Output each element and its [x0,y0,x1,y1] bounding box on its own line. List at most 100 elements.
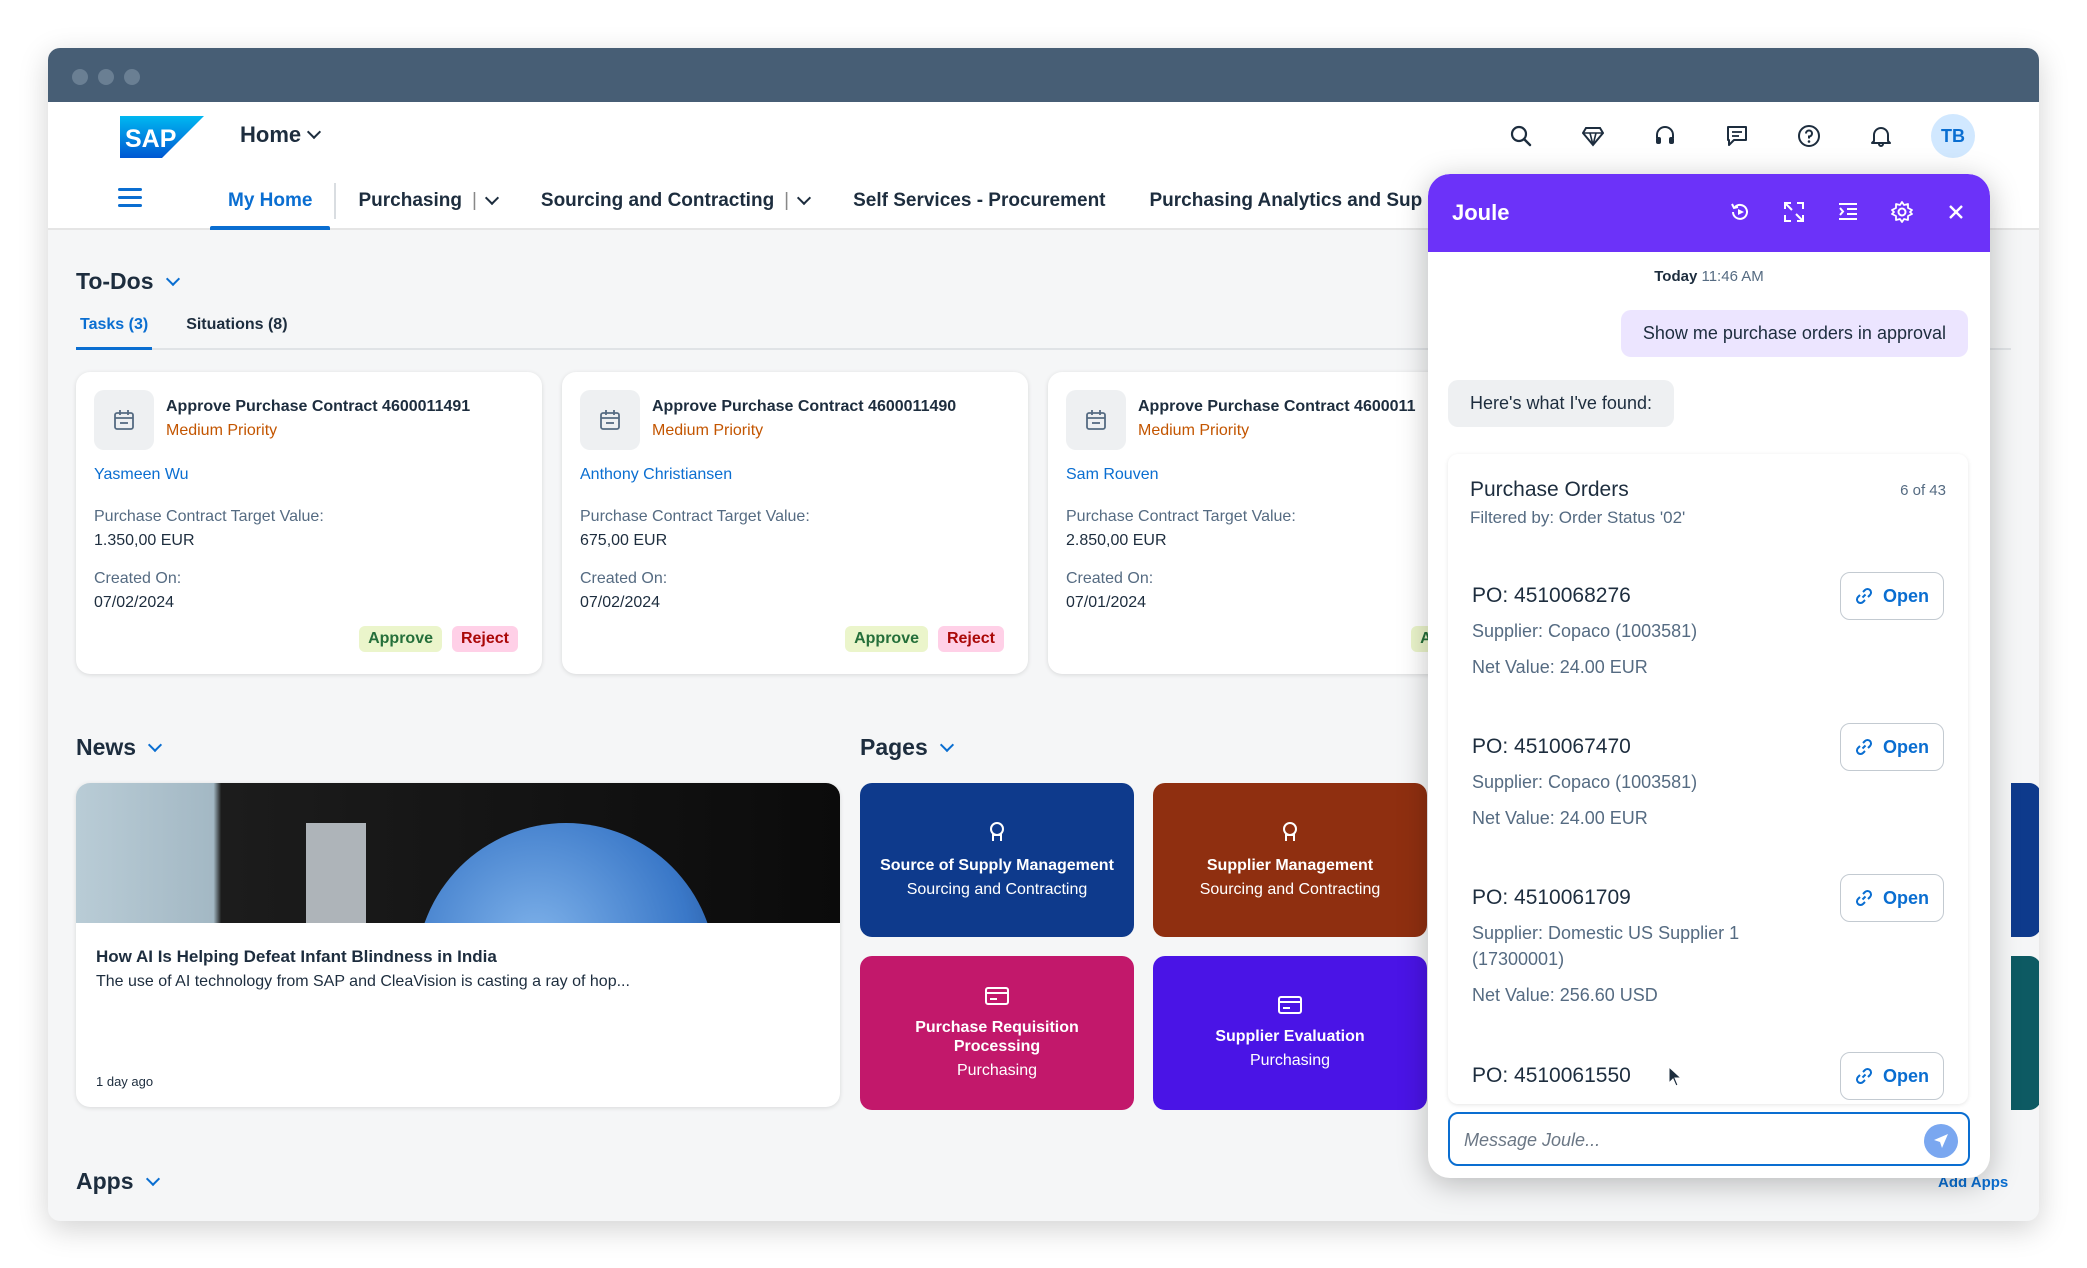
task-person-link[interactable]: Yasmeen Wu [94,466,189,484]
timestamp-time: 11:46 AM [1701,268,1764,285]
page-tile-subtitle: Purchasing [1249,1052,1331,1069]
chat-icon[interactable] [1715,114,1759,158]
task-value: 1.350,00 EUR [94,532,195,549]
diamond-icon[interactable] [1571,114,1615,158]
close-icon[interactable] [1940,196,1972,228]
page-tile-subtitle: Purchasing [956,1061,1038,1079]
nav-tab-label: My Home [228,190,313,211]
news-age: 1 day ago [96,1074,154,1089]
calendar-icon [94,390,154,450]
nav-tab-my-home[interactable]: My Home [206,172,334,230]
todos-section-title[interactable]: To-Dos [76,268,180,295]
task-created-label: Created On: [1066,570,1154,587]
nav-tab-self-services[interactable]: Self Services - Procurement [831,172,1127,230]
tab-tasks[interactable]: Tasks (3) [76,310,153,350]
window-maximize-dot[interactable] [124,69,140,85]
news-card[interactable]: How AI Is Helping Defeat Infant Blindnes… [76,783,840,1107]
home-menu[interactable]: Home [240,122,322,148]
nav-tab-purchasing[interactable]: Purchasing | [336,172,518,230]
window-minimize-dot[interactable] [98,69,114,85]
page-tile-title: Source of Supply Management [880,857,1114,874]
user-avatar[interactable]: TB [1931,114,1975,158]
chevron-down-icon [148,737,163,752]
send-button[interactable] [1924,1124,1958,1158]
page-tile-title: Supplier Evaluation [1215,1028,1365,1045]
page-tile-partial[interactable] [2011,956,2039,1110]
nav-tab-sourcing[interactable]: Sourcing and Contracting | [519,172,831,230]
card-icon [1278,996,1302,1019]
pages-section-title[interactable]: Pages [860,734,954,761]
expand-icon[interactable] [1778,196,1810,228]
nav-tab-label: Purchasing Analytics and Sup [1149,190,1423,211]
chevron-down-icon [307,124,322,140]
browser-window: SAP Home TB My Home Purchasing | Sourcin… [48,48,2039,1221]
po-supplier: Supplier: Domestic US Supplier 1 (173000… [1472,923,1740,969]
po-net-value: Net Value: 256.60 USD [1472,985,1658,1005]
nav-tabs: My Home Purchasing | Sourcing and Contra… [206,172,1444,230]
window-close-dot[interactable] [72,69,88,85]
hamburger-menu-icon[interactable] [118,188,142,210]
task-card[interactable]: Approve Purchase Contract 4600011490 Med… [562,372,1028,674]
chevron-down-icon[interactable] [797,190,812,206]
supplier-icon [987,821,1007,848]
history-icon[interactable] [1724,196,1756,228]
approve-button[interactable]: Approve [359,626,442,652]
user-message-bubble: Show me purchase orders in approval [1620,310,1968,357]
open-button-label: Open [1882,1065,1929,1086]
link-icon [1855,587,1873,605]
open-po-button[interactable]: Open [1840,874,1944,922]
open-button-label: Open [1882,736,1929,757]
reject-button[interactable]: Reject [937,626,1004,652]
chevron-down-icon [145,1171,160,1186]
calendar-icon [1066,390,1126,450]
side-panel-icon[interactable] [1832,196,1864,228]
apps-section-title[interactable]: Apps [76,1168,160,1195]
task-priority: Medium Priority [652,422,764,439]
tab-situations[interactable]: Situations (8) [182,310,291,348]
task-priority: Medium Priority [166,422,278,439]
open-po-button[interactable]: Open [1840,572,1944,620]
joule-header-actions [1724,196,1972,228]
pages-title: Pages [860,734,928,760]
nav-tab-purchasing-analytics[interactable]: Purchasing Analytics and Sup [1128,172,1445,230]
po-supplier: Supplier: Copaco (1003581) [1472,772,1698,792]
task-person-link[interactable]: Anthony Christiansen [580,466,732,484]
link-icon [1855,738,1873,756]
po-supplier: Supplier: Copaco (1003581) [1472,621,1698,641]
link-icon [1855,1067,1873,1085]
page-tile-subtitle: Sourcing and Contracting [1199,881,1381,898]
task-value: 2.850,00 EUR [1066,532,1167,549]
help-icon[interactable] [1787,114,1831,158]
window-titlebar [48,48,2039,102]
send-icon [1934,1134,1948,1148]
page-tile-purchase-requisition[interactable]: Purchase Requisition Processing Purchasi… [860,956,1134,1110]
search-icon[interactable] [1499,114,1543,158]
nav-separator: | [471,190,477,211]
settings-icon[interactable] [1886,196,1918,228]
sap-logo[interactable]: SAP [120,116,204,158]
po-panel-title: Purchase Orders [1470,478,1629,501]
joule-message-box [1448,1112,1970,1166]
task-value-label: Purchase Contract Target Value: [1066,508,1296,525]
po-list-item: PO: 4510067470 Supplier: Copaco (1003581… [1472,723,1946,831]
timestamp-day: Today [1654,268,1698,285]
page-tile-supplier-evaluation[interactable]: Supplier Evaluation Purchasing [1153,956,1427,1110]
nav-tab-label: Purchasing [358,190,462,211]
chevron-down-icon [939,737,954,752]
joule-message-input[interactable] [1464,1126,1904,1154]
approve-button[interactable]: Approve [845,626,928,652]
chevron-down-icon[interactable] [484,190,499,206]
open-po-button[interactable]: Open [1840,1052,1944,1100]
reject-button[interactable]: Reject [451,626,518,652]
page-tile-supplier-management[interactable]: Supplier Management Sourcing and Contrac… [1153,783,1427,937]
bell-icon[interactable] [1859,114,1903,158]
page-tile-source-of-supply[interactable]: Source of Supply Management Sourcing and… [860,783,1134,937]
page-tile-partial[interactable] [2011,783,2039,937]
open-po-button[interactable]: Open [1840,723,1944,771]
svg-text:SAP: SAP [125,125,176,153]
task-person-link[interactable]: Sam Rouven [1066,466,1159,484]
headset-icon[interactable] [1643,114,1687,158]
task-card[interactable]: Approve Purchase Contract 4600011491 Med… [76,372,542,674]
news-section-title[interactable]: News [76,734,163,761]
news-summary: The use of AI technology from SAP and Cl… [96,973,630,990]
